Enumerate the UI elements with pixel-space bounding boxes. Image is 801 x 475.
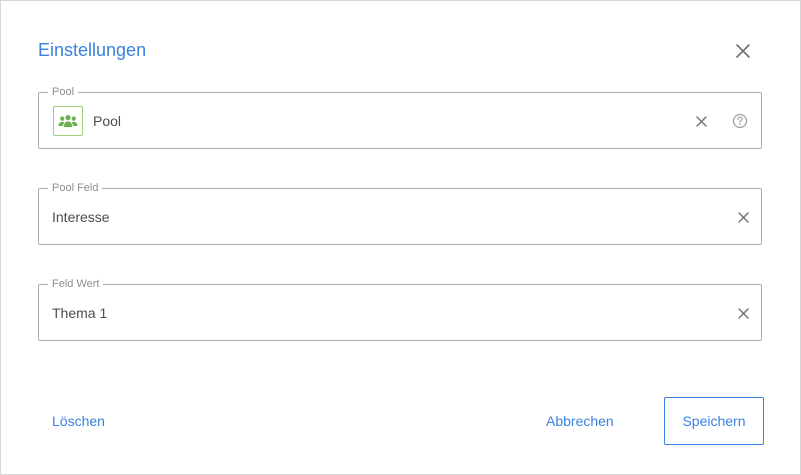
field-value-clear-button[interactable]	[734, 304, 752, 322]
clear-icon	[695, 115, 707, 127]
clear-icon	[737, 307, 749, 319]
field-value-value: Thema 1	[52, 305, 108, 321]
help-icon	[732, 113, 748, 129]
pool-field-clear-button[interactable]	[734, 208, 752, 226]
pool-clear-button[interactable]	[692, 112, 710, 130]
save-button[interactable]: Speichern	[664, 397, 764, 445]
cancel-button[interactable]: Abbrechen	[546, 411, 614, 431]
pool-field-select[interactable]: Pool Feld Interesse	[38, 181, 762, 245]
delete-button[interactable]: Löschen	[52, 411, 105, 431]
pool-label: Pool	[48, 85, 79, 99]
dialog-title: Einstellungen	[38, 40, 147, 60]
pool-field-value: Interesse	[52, 209, 110, 225]
close-dialog-button[interactable]	[731, 39, 755, 63]
clear-icon	[737, 211, 749, 223]
pool-help-button[interactable]	[731, 112, 749, 130]
pool-value: Pool	[93, 113, 122, 129]
field-value-label: Feld Wert	[48, 277, 104, 291]
settings-dialog: Einstellungen Pool Pool Pool Feld Intere…	[0, 0, 801, 475]
close-icon	[736, 44, 750, 58]
group-icon	[53, 106, 83, 136]
pool-select[interactable]: Pool Pool	[38, 85, 762, 149]
pool-field-label: Pool Feld	[48, 181, 103, 195]
field-value-select[interactable]: Feld Wert Thema 1	[38, 277, 762, 341]
